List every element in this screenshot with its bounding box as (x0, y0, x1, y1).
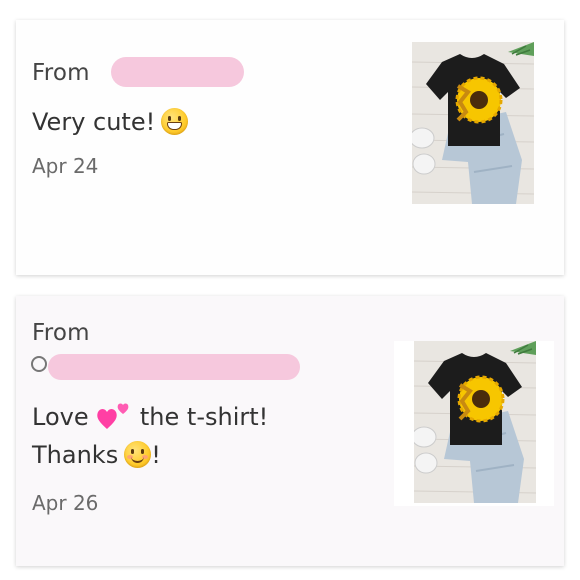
exclamation: ! (151, 441, 161, 469)
review-message-text: Love (32, 403, 89, 431)
review-message: Very cute! (32, 108, 189, 136)
grinning-face-emoji-icon (161, 108, 189, 135)
review-card-2[interactable]: From Love the t-shirt! Thanks! Apr 26 (16, 296, 564, 566)
review-card-1[interactable]: From Very cute! Apr 24 (16, 20, 564, 275)
two-hearts-emoji-icon (96, 401, 132, 431)
from-label: From (32, 320, 90, 346)
from-label: From (32, 60, 90, 86)
review-message-text: Very cute! (32, 108, 156, 136)
review-photo[interactable] (394, 341, 554, 506)
review-date: Apr 26 (32, 491, 99, 515)
review-message-line2: Thanks! (32, 441, 161, 469)
redacted-username (48, 354, 300, 380)
review-message-text-2: the t-shirt! (139, 403, 269, 431)
black-sunflower-tshirt-photo-icon (409, 42, 535, 204)
review-message-thanks: Thanks (32, 441, 119, 469)
at-sign-icon (31, 356, 47, 372)
review-photo[interactable] (409, 42, 535, 204)
review-message: Love the t-shirt! (32, 401, 268, 431)
smiling-face-emoji-icon (124, 441, 152, 468)
review-date: Apr 24 (32, 154, 99, 178)
black-sunflower-tshirt-photo-icon (414, 341, 536, 503)
redacted-username (111, 57, 244, 87)
